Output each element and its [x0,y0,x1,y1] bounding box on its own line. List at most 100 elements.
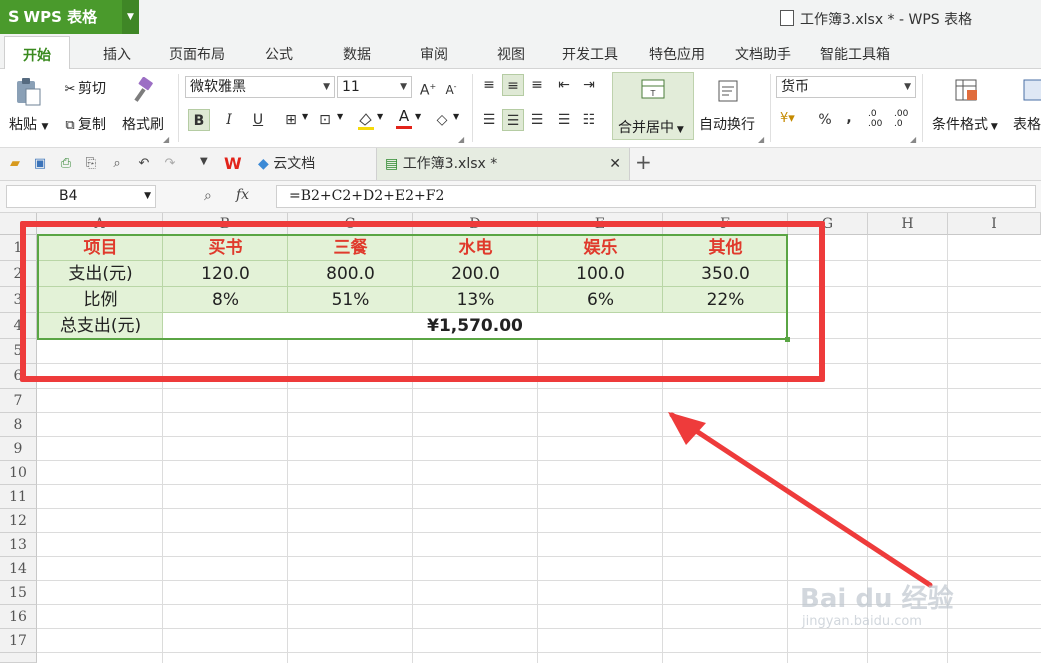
underline-button[interactable]: U [247,109,269,131]
align-center-icon[interactable]: ☰ [502,109,524,131]
italic-button[interactable]: I [218,109,240,131]
gridline [37,652,1041,653]
font-name-select[interactable]: 微软雅黑 ▼ [185,76,335,98]
row-header-14[interactable]: 14 [0,557,37,581]
tab-view[interactable]: 视图 [497,36,525,68]
formula-input[interactable]: =B2+C2+D2+E2+F2 [276,185,1036,208]
app-menu-button[interactable]: S WPS 表格 [0,0,122,34]
row-header-7[interactable]: 7 [0,389,37,413]
tab-page-layout[interactable]: 页面布局 [169,36,225,68]
distributed-align-icon[interactable]: ☷ [578,109,600,131]
print-icon[interactable]: ⎘ [83,156,99,172]
column-header-i[interactable]: I [948,213,1041,235]
tab-developer[interactable]: 开发工具 [562,36,618,68]
row-header-10[interactable]: 10 [0,461,37,485]
tab-formula[interactable]: 公式 [265,36,293,68]
row-header-8[interactable]: 8 [0,413,37,437]
alignment-expand-icon[interactable]: ◢ [758,135,764,144]
align-left-icon[interactable]: ☰ [478,109,500,131]
customize-toolbar-icon[interactable]: ▼ [200,156,208,167]
bold-button[interactable]: B [188,109,210,131]
fill-color-icon[interactable] [355,109,377,131]
row-header-11[interactable]: 11 [0,485,37,509]
chevron-down-icon[interactable]: ▼ [302,112,308,121]
row-header-13[interactable]: 13 [0,533,37,557]
doc-tab-cloud[interactable]: ◆ 云文档 [258,148,315,180]
chevron-down-icon[interactable]: ▼ [415,112,421,121]
tab-review[interactable]: 审阅 [420,36,448,68]
table-style-icon[interactable] [1022,78,1041,104]
tab-home[interactable]: 开始 [4,36,70,70]
print-preview-icon[interactable]: ⌕ [109,156,125,172]
number-format-select[interactable]: 货币 ▼ [776,76,916,98]
column-header-h[interactable]: H [868,213,948,235]
chevron-down-icon: ▼ [904,82,911,92]
table-style-button[interactable]: 表格 [1013,114,1041,134]
increase-font-size-icon[interactable]: A+ [417,76,439,99]
borders-icon[interactable]: ⊞ [280,109,302,131]
row-header-15[interactable]: 15 [0,581,37,605]
row-header-9[interactable]: 9 [0,437,37,461]
app-menu-dropdown-icon[interactable]: ▼ [122,0,139,34]
undo-icon[interactable]: ↶ [136,156,152,172]
cell-style-icon[interactable]: ⊡ [314,109,336,131]
wrap-text-icon[interactable] [717,79,741,103]
tab-smart-toolbox[interactable]: 智能工具箱 [820,36,890,68]
align-top-icon[interactable]: ≡ [478,74,500,96]
justify-icon[interactable]: ☰ [553,109,575,131]
save-icon[interactable]: ▣ [32,156,48,172]
new-tab-icon[interactable]: + [635,150,652,174]
percent-button[interactable]: % [814,109,836,131]
decrease-font-size-icon[interactable]: A- [440,76,462,98]
close-icon[interactable]: ✕ [609,148,621,180]
zoom-search-icon[interactable]: ⌕ [204,188,212,204]
export-pdf-icon[interactable]: ⎙ [58,156,74,172]
font-name-value: 微软雅黑 [190,79,246,95]
row-header-12[interactable]: 12 [0,509,37,533]
chevron-down-icon[interactable]: ▼ [377,112,383,121]
open-folder-icon[interactable]: ▰ [7,156,23,172]
redo-icon[interactable]: ↷ [162,156,178,172]
tab-doc-assistant[interactable]: 文档助手 [735,36,791,68]
gridline [37,388,1041,389]
tab-data[interactable]: 数据 [343,36,371,68]
increase-decimal-button[interactable]: .0 .00 [868,109,890,129]
comma-button[interactable]: , [838,107,860,129]
cut-button[interactable]: ✂ 剪切 [62,78,106,98]
increase-indent-icon[interactable]: ⇥ [578,74,600,96]
font-expand-icon[interactable]: ◢ [458,135,464,144]
cut-label: 剪切 [78,81,106,97]
row-header-17[interactable]: 17 [0,629,37,653]
clipboard-expand-icon[interactable]: ◢ [163,135,169,144]
format-painter-icon[interactable] [132,76,156,105]
currency-icon[interactable]: ¥▾ [780,111,795,126]
clear-format-icon[interactable]: ◇ [431,109,453,131]
align-middle-icon[interactable]: ≡ [502,74,524,96]
insert-function-icon[interactable]: fx [236,187,249,203]
align-bottom-icon[interactable]: ≡ [526,74,548,96]
align-right-icon[interactable]: ☰ [526,109,548,131]
decrease-indent-icon[interactable]: ⇤ [553,74,575,96]
tab-special[interactable]: 特色应用 [649,36,705,68]
tab-insert[interactable]: 插入 [103,36,131,68]
format-painter-button[interactable]: 格式刷 [122,114,164,134]
ribbon-separator [472,74,473,142]
decrease-decimal-button[interactable]: .00 .0 [894,109,916,129]
name-box[interactable]: B4 ▼ [6,185,156,208]
chevron-down-icon[interactable]: ▼ [453,112,459,121]
chevron-down-icon[interactable]: ▼ [337,112,343,121]
paste-button[interactable]: 粘贴 ▼ [9,114,48,134]
font-size-value: 11 [342,79,360,95]
row-header-18[interactable] [0,653,37,663]
conditional-format-icon[interactable] [954,78,980,104]
doc-tab-current[interactable]: ▤ 工作簿3.xlsx * ✕ [376,148,630,180]
font-color-icon[interactable]: A [393,107,415,131]
copy-button[interactable]: ⧉ 复制 [62,114,106,134]
merge-center-button[interactable]: T 合并居中 ▼ [612,72,694,140]
wps-home-icon[interactable]: W [224,154,242,173]
row-header-16[interactable]: 16 [0,605,37,629]
wrap-text-button[interactable]: 自动换行 [699,114,755,134]
paste-icon[interactable] [14,77,42,107]
font-size-select[interactable]: 11 ▼ [337,76,412,98]
number-expand-icon[interactable]: ◢ [910,135,916,144]
